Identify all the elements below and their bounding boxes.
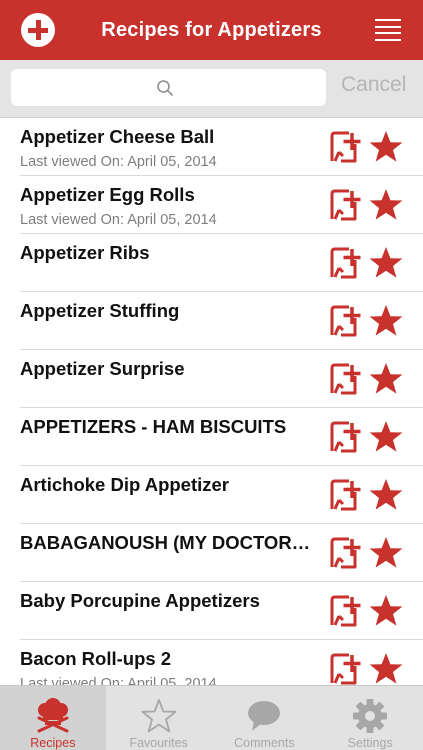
recipe-row[interactable]: Bacon Roll-ups 2 Last viewed On: April 0… [20,640,423,685]
favorite-star-icon[interactable] [368,245,404,281]
add-to-list-icon[interactable] [328,362,362,396]
tab-label: Recipes [30,736,76,750]
favorite-star-icon[interactable] [368,651,404,685]
recipe-row[interactable]: Artichoke Dip Appetizer [20,466,423,524]
add-to-list-icon[interactable] [328,130,362,164]
recipe-row[interactable]: APPETIZERS - HAM BISCUITS [20,408,423,466]
speech-bubble-icon [248,701,281,731]
tab-label: Settings [347,736,393,750]
recipe-last-viewed: Last viewed On: April 05, 2014 [20,212,217,228]
chef-hat-icon [37,698,69,733]
recipe-row[interactable]: Appetizer Egg Rolls Last viewed On: Apri… [20,176,423,234]
star-outline-icon [141,699,177,733]
add-to-list-icon[interactable] [328,536,362,570]
tab-favourites[interactable]: Favourites [106,686,212,750]
tab-label: Comments [234,736,295,750]
recipe-row[interactable]: Baby Porcupine Appetizers [20,582,423,640]
recipe-title: Baby Porcupine Appetizers [20,590,260,611]
recipe-title: Appetizer Stuffing [20,300,180,321]
favorite-star-icon[interactable] [368,535,404,571]
gear-icon [353,699,388,733]
favorite-star-icon[interactable] [368,419,404,455]
add-to-list-icon[interactable] [328,594,362,628]
tab-bar: Recipes Favourites Comments Settings [0,685,423,750]
recipe-title: APPETIZERS - HAM BISCUITS [20,416,287,437]
tab-label: Favourites [129,736,188,750]
recipe-title: Bacon Roll-ups 2 [20,648,172,669]
recipe-row[interactable]: Appetizer Ribs [20,234,423,292]
page-title: Recipes for Appetizers [101,18,322,41]
favorite-star-icon[interactable] [368,187,404,223]
search-input[interactable] [11,69,326,106]
favorite-star-icon[interactable] [368,593,404,629]
tab-settings[interactable]: Settings [317,686,423,750]
recipe-row[interactable]: BABAGANOUSH (MY DOCTOR… [20,524,423,582]
recipe-title: BABAGANOUSH (MY DOCTOR… [20,532,311,553]
search-bar: Cancel [0,60,423,118]
recipe-title: Appetizer Cheese Ball [20,126,215,147]
add-to-list-icon[interactable] [328,188,362,222]
favorite-star-icon[interactable] [368,361,404,397]
add-to-list-icon[interactable] [328,652,362,685]
recipe-title: Appetizer Surprise [20,358,185,379]
add-to-list-icon[interactable] [328,246,362,280]
favorite-star-icon[interactable] [368,129,404,165]
recipe-title: Appetizer Ribs [20,242,150,263]
favorite-star-icon[interactable] [368,477,404,513]
cancel-button[interactable]: Cancel [341,73,406,97]
tab-recipes[interactable]: Recipes [0,686,106,750]
recipe-title: Appetizer Egg Rolls [20,184,195,205]
search-field[interactable] [11,69,326,106]
recipe-row[interactable]: Appetizer Stuffing [20,292,423,350]
recipe-row[interactable]: Appetizer Surprise [20,350,423,408]
recipe-last-viewed: Last viewed On: April 05, 2014 [20,676,217,685]
recipe-row[interactable]: Appetizer Cheese Ball Last viewed On: Ap… [20,118,423,176]
recipe-last-viewed: Last viewed On: April 05, 2014 [20,154,217,170]
add-recipe-icon[interactable] [21,13,55,47]
add-to-list-icon[interactable] [328,478,362,512]
navigation-bar: Recipes for Appetizers [0,0,423,60]
menu-icon[interactable] [375,19,401,41]
favorite-star-icon[interactable] [368,303,404,339]
add-to-list-icon[interactable] [328,420,362,454]
recipe-title: Artichoke Dip Appetizer [20,474,230,495]
add-to-list-icon[interactable] [328,304,362,338]
recipe-list: Appetizer Cheese Ball Last viewed On: Ap… [0,118,423,685]
tab-comments[interactable]: Comments [212,686,318,750]
